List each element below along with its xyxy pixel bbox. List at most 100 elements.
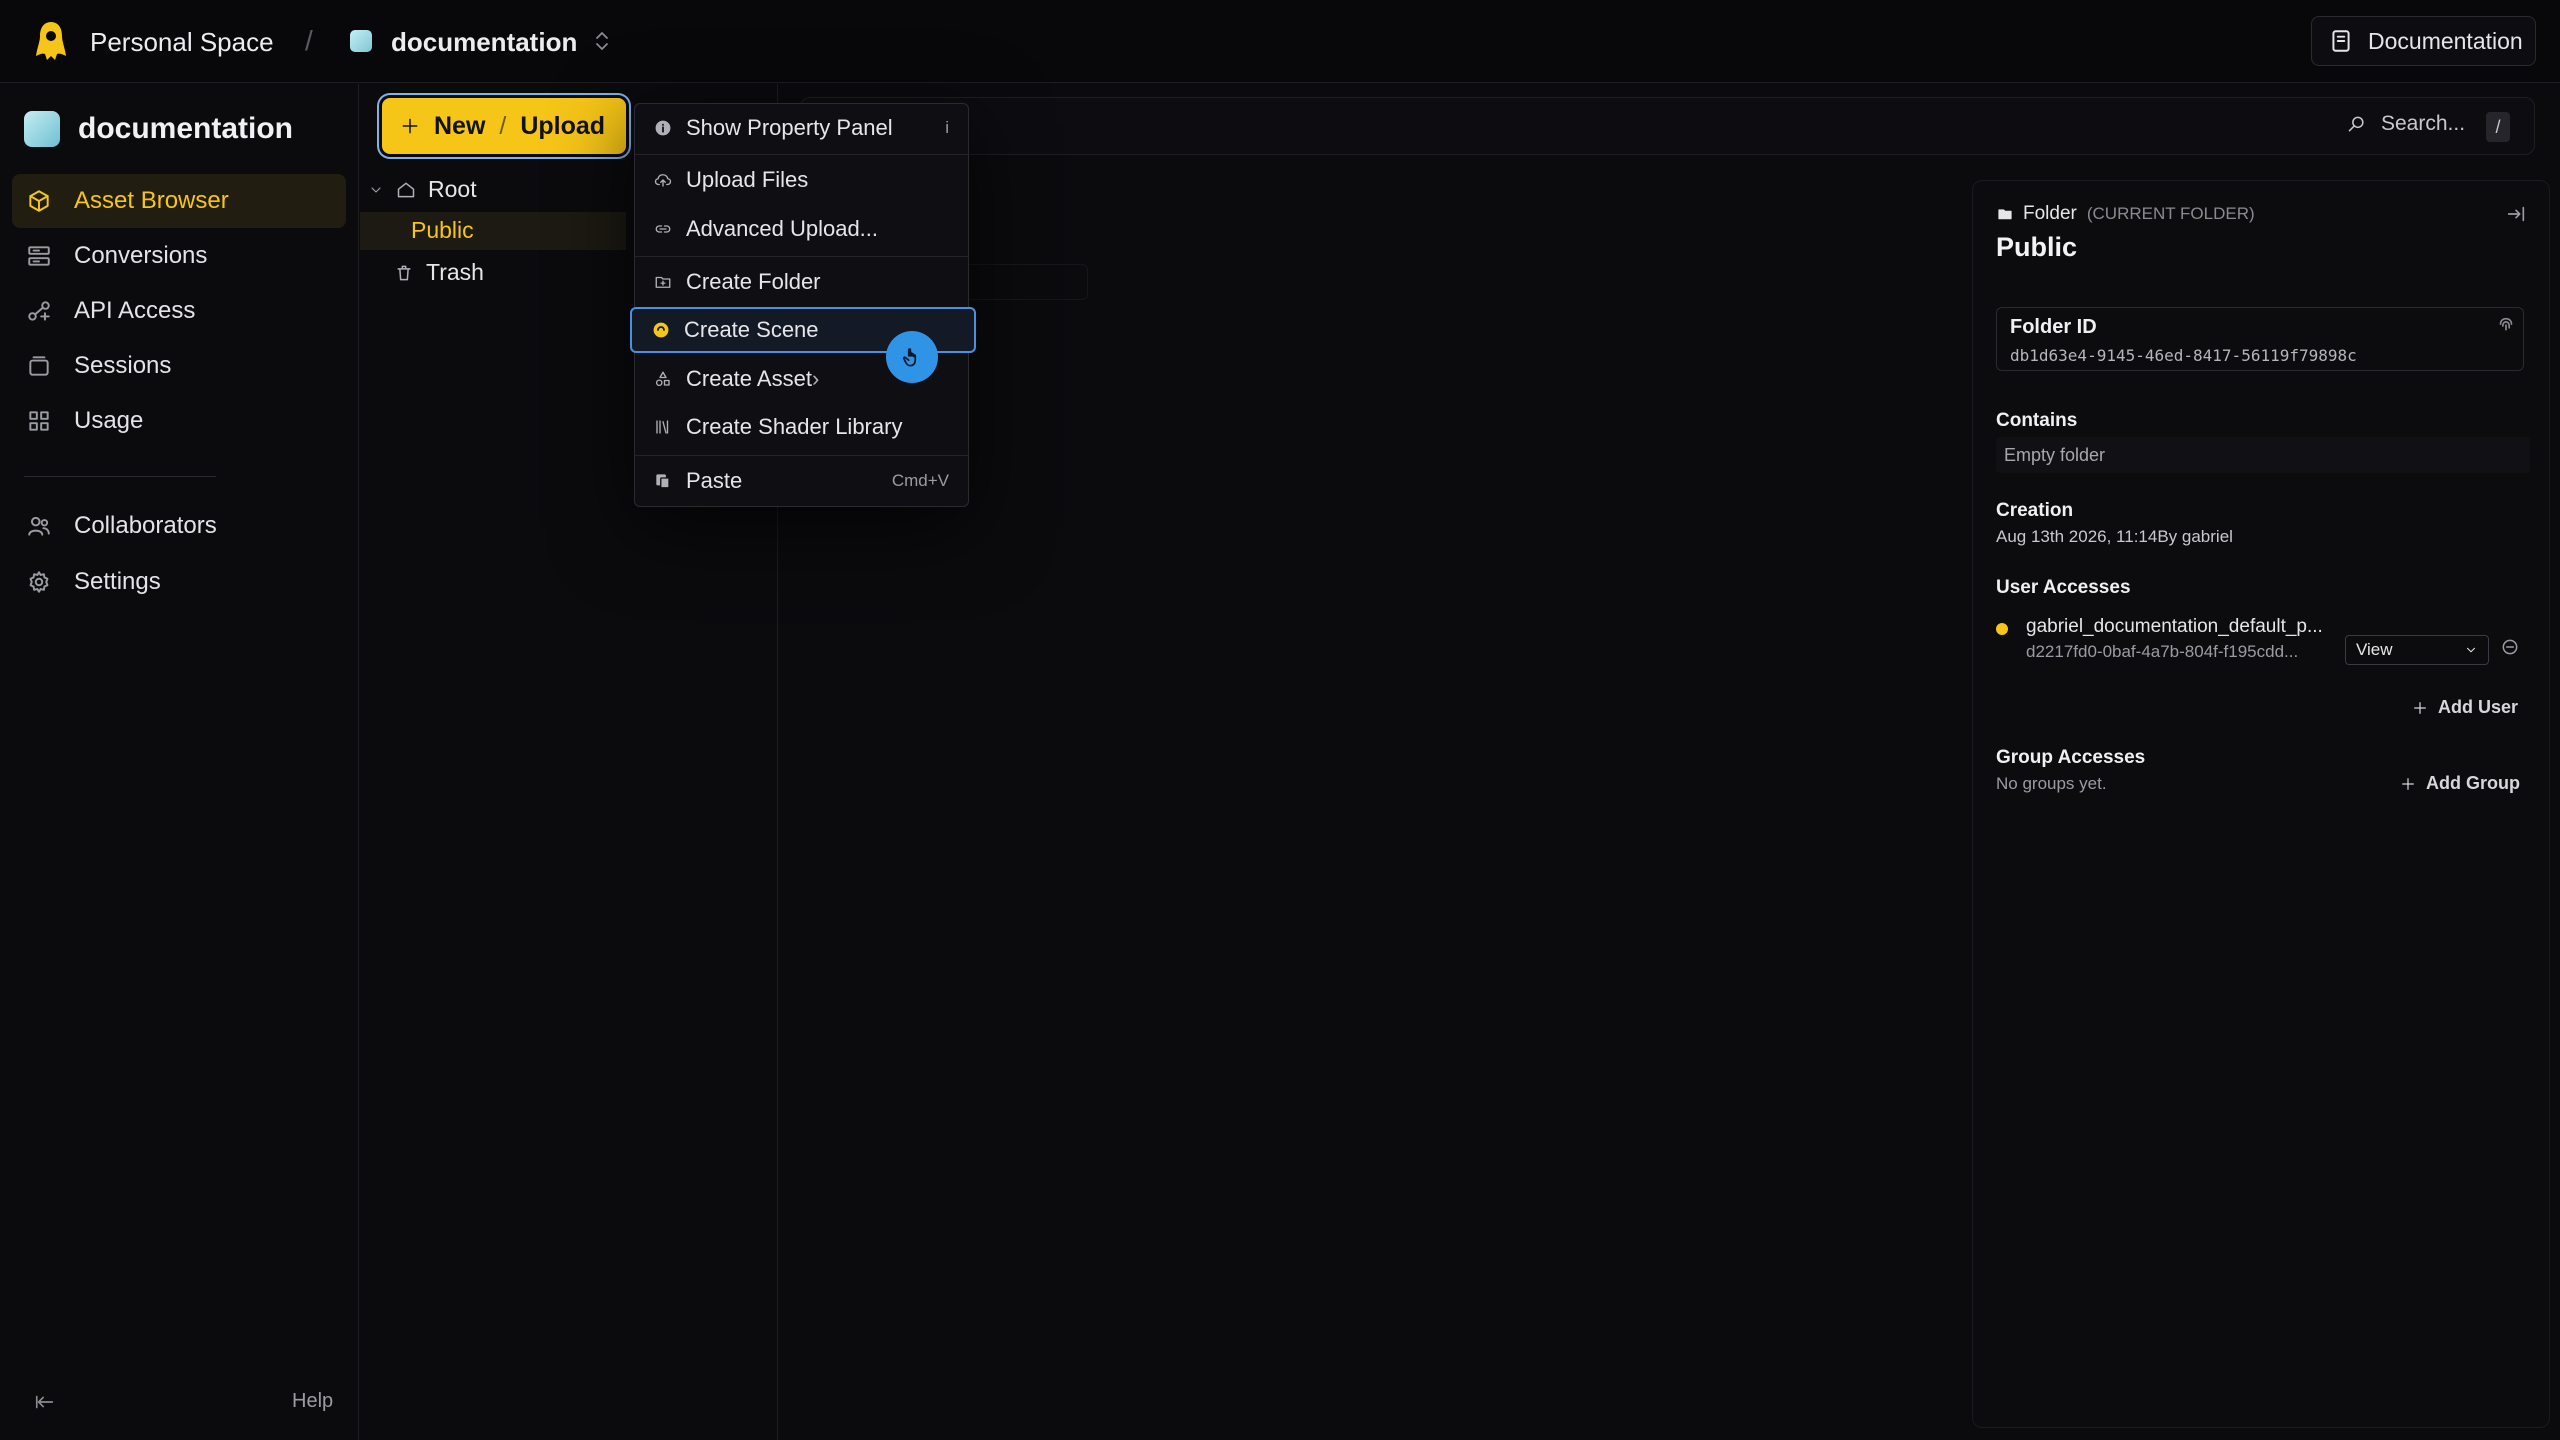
panel-folder-label: Folder <box>2023 203 2077 224</box>
new-upload-separator: / <box>499 111 507 140</box>
user-role-select[interactable]: View <box>2345 635 2489 665</box>
menu-item-label: Advanced Upload... <box>686 216 879 241</box>
plus-icon <box>2412 700 2428 716</box>
home-icon <box>396 180 416 200</box>
project-color-icon <box>350 30 372 52</box>
panel-folder-line: Folder (CURRENT FOLDER) <box>1997 203 2255 225</box>
tree-item-public[interactable]: Public <box>411 217 474 244</box>
no-groups-text: No groups yet. <box>1996 774 2107 793</box>
tree-item-label: Trash <box>426 259 484 285</box>
shapes-icon <box>654 370 672 388</box>
tree-item-label: Root <box>428 176 477 202</box>
gear-icon <box>26 569 52 595</box>
menu-item-advanced-upload[interactable]: Advanced Upload... <box>634 207 969 251</box>
menu-separator <box>634 154 969 155</box>
paste-icon <box>654 472 672 490</box>
menu-item-create-folder[interactable]: Create Folder <box>634 260 969 304</box>
cloud-upload-icon <box>654 171 672 189</box>
trash-icon <box>394 263 414 283</box>
folder-plus-icon <box>654 273 672 291</box>
sidebar-project-header[interactable]: documentation <box>24 111 293 147</box>
search-placeholder: Search... <box>2381 112 2466 135</box>
info-icon <box>654 119 672 137</box>
search-input[interactable]: Search... <box>2347 112 2465 136</box>
tree-item-label: Public <box>411 217 474 243</box>
sidebar-item-settings[interactable]: Settings <box>12 555 346 609</box>
fingerprint-icon[interactable] <box>2495 315 2517 337</box>
new-label: New <box>434 111 486 140</box>
menu-separator <box>634 455 969 456</box>
collapse-sidebar-icon[interactable] <box>34 1391 56 1413</box>
tree-item-root[interactable]: Root <box>368 176 477 203</box>
user-access-id: d2217fd0-0baf-4a7b-804f-f195cdd... <box>2026 642 2299 661</box>
sidebar-divider <box>24 476 216 477</box>
users-icon <box>26 513 52 539</box>
sidebar-item-usage[interactable]: Usage <box>12 394 346 448</box>
breadcrumb-separator: / <box>305 25 313 56</box>
api-icon <box>26 298 52 324</box>
menu-item-label: Create Shader Library <box>686 414 903 439</box>
folder-id-value[interactable]: db1d63e4-9145-46ed-8417-56119f79898c <box>2010 346 2357 365</box>
app-logo[interactable] <box>34 20 68 62</box>
user-role-value: View <box>2356 640 2393 659</box>
sidebar-project-name: documentation <box>78 112 293 145</box>
sidebar-item-collaborators[interactable]: Collaborators <box>12 499 346 553</box>
menu-item-shortcut: i <box>945 118 949 137</box>
user-access-name: gabriel_documentation_default_p... <box>2026 616 2323 637</box>
sidebar-item-label: Settings <box>74 568 161 595</box>
chevron-down-icon <box>2464 643 2478 657</box>
panel-title: Public <box>1996 232 2078 262</box>
tree-selected-row-bg <box>360 212 626 250</box>
project-name[interactable]: documentation <box>391 27 577 58</box>
usage-icon <box>26 408 52 434</box>
search-shortcut-key: / <box>2486 112 2510 142</box>
sidebar-item-sessions[interactable]: Sessions <box>12 339 346 393</box>
sidebar-item-label: Sessions <box>74 352 172 379</box>
add-user-label: Add User <box>2438 697 2519 717</box>
add-group-label: Add Group <box>2426 773 2520 793</box>
link-icon <box>654 220 672 238</box>
sidebar-item-asset-browser[interactable]: Asset Browser <box>12 174 346 228</box>
creation-value: Aug 13th 2026, 11:14By gabriel <box>1996 527 2233 546</box>
menu-item-label: Paste <box>686 468 743 493</box>
submenu-chevron: › <box>811 366 820 391</box>
search-icon <box>2347 114 2367 134</box>
sidebar-item-label: Conversions <box>74 242 208 269</box>
menu-item-show-property-panel[interactable]: Show Property Panel i <box>634 106 969 150</box>
add-group-button[interactable]: Add Group <box>2400 773 2520 794</box>
cube-icon <box>26 188 52 214</box>
folder-id-label: Folder ID <box>2010 316 2097 338</box>
sidebar: documentation Asset Browser Conversions … <box>0 84 359 1440</box>
space-name[interactable]: Personal Space <box>90 27 274 58</box>
menu-item-label: Create Folder <box>686 269 821 294</box>
remove-user-icon[interactable] <box>2500 637 2520 657</box>
chevron-updown-icon[interactable] <box>590 28 614 54</box>
contains-value: Empty folder <box>1996 437 2530 473</box>
tree-item-trash[interactable]: Trash <box>394 259 484 286</box>
menu-item-label: Create Scene <box>684 317 819 342</box>
menu-item-paste[interactable]: Paste Cmd+V <box>634 459 969 503</box>
upload-label: Upload <box>520 111 606 140</box>
sidebar-item-label: Usage <box>74 407 144 434</box>
sidebar-item-conversions[interactable]: Conversions <box>12 229 346 283</box>
sidebar-item-label: API Access <box>74 297 196 324</box>
chevron-down-icon[interactable] <box>368 182 384 198</box>
search-bar[interactable] <box>800 97 2535 155</box>
menu-item-label: Show Property Panel <box>686 115 893 140</box>
book-icon <box>2328 28 2354 54</box>
plus-icon <box>2400 776 2416 792</box>
new-upload-button[interactable]: New / Upload <box>382 98 626 154</box>
menu-separator <box>634 256 969 257</box>
contains-label: Contains <box>1996 410 2078 431</box>
sidebar-item-api-access[interactable]: API Access <box>12 284 346 338</box>
add-user-button[interactable]: Add User <box>2412 697 2518 718</box>
help-link[interactable]: Help <box>292 1390 333 1413</box>
project-color-icon <box>24 111 60 147</box>
menu-item-label: Create Asset <box>686 366 812 391</box>
documentation-button[interactable]: Documentation <box>2311 16 2536 66</box>
close-panel-icon[interactable] <box>2505 203 2527 225</box>
menu-item-upload-files[interactable]: Upload Files <box>634 158 969 202</box>
sidebar-item-label: Collaborators <box>74 512 217 539</box>
menu-item-create-shader-library[interactable]: Create Shader Library <box>634 405 969 449</box>
conversions-icon <box>26 243 52 269</box>
